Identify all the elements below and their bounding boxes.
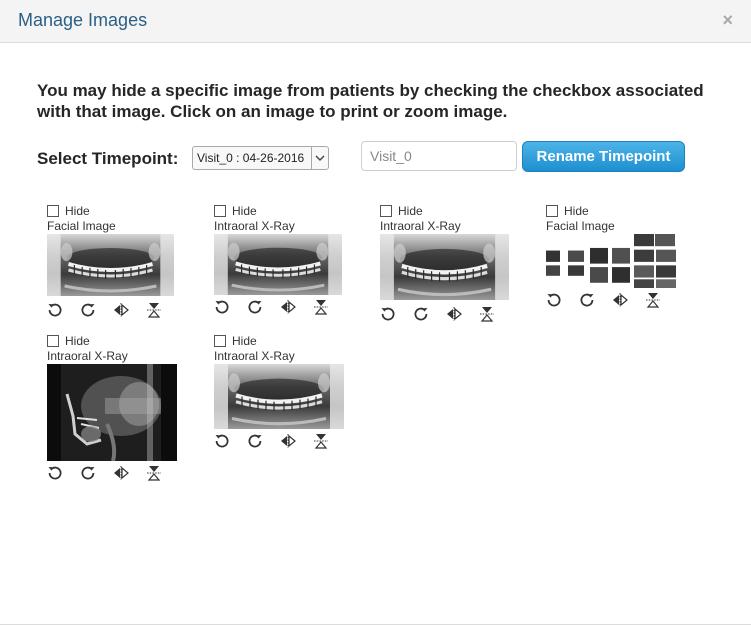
rotate-left-icon[interactable]: [47, 464, 80, 482]
image-thumbnail[interactable]: [47, 234, 174, 296]
image-thumbnail[interactable]: [380, 234, 509, 300]
rotate-left-icon[interactable]: [214, 298, 247, 316]
image-card: Hide Intraoral X-Ray: [214, 204, 344, 324]
hide-checkbox-row[interactable]: Hide: [546, 204, 589, 218]
image-type-label: Intraoral X-Ray: [47, 349, 128, 363]
hide-checkbox-row[interactable]: Hide: [214, 334, 257, 348]
hide-label: Hide: [398, 204, 423, 218]
hide-label: Hide: [65, 204, 90, 218]
flip-horizontal-icon[interactable]: [280, 298, 313, 316]
flip-vertical-icon[interactable]: [146, 464, 179, 482]
rotate-left-icon[interactable]: [47, 301, 80, 319]
timepoint-name-input[interactable]: [361, 141, 517, 171]
hide-label: Hide: [232, 334, 257, 348]
dialog-title: Manage Images: [18, 10, 148, 30]
image-card: Hide Facial Image: [546, 204, 678, 314]
image-thumbnail[interactable]: [546, 234, 676, 288]
flip-horizontal-icon[interactable]: [113, 464, 146, 482]
image-type-label: Intraoral X-Ray: [214, 349, 295, 363]
image-card: Hide Intraoral X-Ray: [380, 204, 512, 329]
flip-vertical-icon[interactable]: [479, 305, 512, 323]
image-thumbnail[interactable]: [214, 234, 342, 295]
instructions-text: You may hide a specific image from patie…: [37, 81, 704, 121]
rotate-left-icon[interactable]: [546, 291, 579, 309]
chevron-down-icon: [311, 147, 328, 169]
image-controls: [47, 464, 179, 482]
rotate-right-icon[interactable]: [247, 298, 280, 316]
hide-checkbox[interactable]: [47, 205, 59, 217]
image-type-label: Intraoral X-Ray: [380, 219, 461, 233]
hide-checkbox-row[interactable]: Hide: [214, 204, 257, 218]
image-controls: [380, 305, 512, 323]
rotate-right-icon[interactable]: [247, 432, 280, 450]
flip-vertical-icon[interactable]: [313, 432, 346, 450]
close-icon[interactable]: ×: [722, 11, 733, 29]
image-controls: [47, 301, 179, 319]
flip-vertical-icon[interactable]: [645, 291, 678, 309]
timepoint-selected-value: Visit_0 : 04-26-2016: [197, 151, 305, 165]
image-card: Hide Intraoral X-Ray: [47, 334, 179, 482]
rotate-right-icon[interactable]: [80, 301, 113, 319]
hide-checkbox[interactable]: [546, 205, 558, 217]
hide-checkbox[interactable]: [47, 335, 59, 347]
image-thumbnail[interactable]: [47, 364, 177, 461]
rotate-left-icon[interactable]: [214, 432, 247, 450]
rotate-left-icon[interactable]: [380, 305, 413, 323]
flip-horizontal-icon[interactable]: [113, 301, 146, 319]
rotate-right-icon[interactable]: [413, 305, 446, 323]
hide-checkbox-row[interactable]: Hide: [47, 334, 90, 348]
hide-label: Hide: [65, 334, 90, 348]
flip-horizontal-icon[interactable]: [280, 432, 313, 450]
image-type-label: Facial Image: [546, 219, 615, 233]
image-controls: [214, 432, 346, 450]
flip-vertical-icon[interactable]: [146, 301, 179, 319]
flip-horizontal-icon[interactable]: [612, 291, 645, 309]
rotate-right-icon[interactable]: [579, 291, 612, 309]
image-card: Hide Facial Image: [47, 204, 177, 324]
timepoint-label: Select Timepoint:: [37, 149, 179, 168]
hide-checkbox-row[interactable]: Hide: [380, 204, 423, 218]
image-card: Hide Intraoral X-Ray: [214, 334, 346, 454]
hide-checkbox[interactable]: [214, 335, 226, 347]
hide-label: Hide: [564, 204, 589, 218]
rename-timepoint-button[interactable]: Rename Timepoint: [522, 141, 685, 172]
footer-divider: [0, 624, 751, 625]
image-thumbnail[interactable]: [214, 364, 344, 429]
dialog-header: Manage Images ×: [0, 0, 751, 43]
image-type-label: Facial Image: [47, 219, 116, 233]
image-type-label: Intraoral X-Ray: [214, 219, 295, 233]
image-controls: [546, 291, 678, 309]
hide-label: Hide: [232, 204, 257, 218]
hide-checkbox[interactable]: [214, 205, 226, 217]
image-controls: [214, 298, 346, 316]
flip-vertical-icon[interactable]: [313, 298, 346, 316]
flip-horizontal-icon[interactable]: [446, 305, 479, 323]
timepoint-select[interactable]: Visit_0 : 04-26-2016: [192, 146, 329, 170]
hide-checkbox[interactable]: [380, 205, 392, 217]
rotate-right-icon[interactable]: [80, 464, 113, 482]
hide-checkbox-row[interactable]: Hide: [47, 204, 90, 218]
